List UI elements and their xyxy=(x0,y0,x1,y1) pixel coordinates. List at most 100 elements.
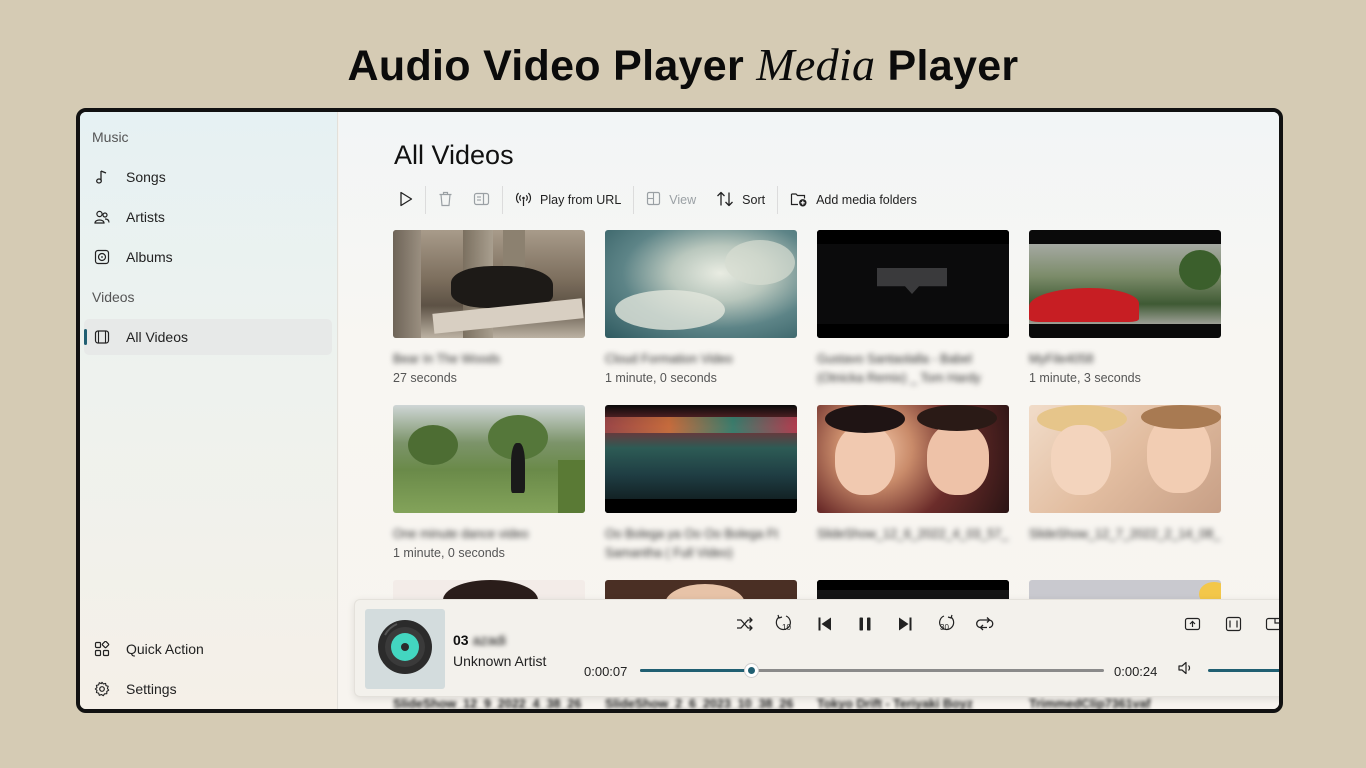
sidebar-item-artists[interactable]: Artists xyxy=(84,199,332,235)
film-icon xyxy=(94,329,110,345)
vinyl-record-icon xyxy=(375,617,435,682)
track-artist: Unknown Artist xyxy=(453,653,547,669)
app-window: Music Songs Artists Albums Videos All Vi xyxy=(76,108,1283,713)
video-tile[interactable]: Bear In The Woods 27 seconds xyxy=(393,230,585,388)
skip-forward-button[interactable]: 30 xyxy=(929,613,961,639)
video-duration: 1 minute, 0 seconds xyxy=(393,546,505,560)
video-title-partial: TrimmedClip7361vaf xyxy=(1029,697,1151,709)
add-media-folders-button[interactable]: Add media folders xyxy=(780,184,927,216)
aspect-ratio-icon xyxy=(1225,616,1242,637)
media-player-bar: 03 azadi Unknown Artist 10 30 0:00:07 0:… xyxy=(354,599,1279,697)
total-time: 0:00:24 xyxy=(1114,664,1158,679)
sidebar: Music Songs Artists Albums Videos All Vi xyxy=(80,112,338,709)
play-from-url-label: Play from URL xyxy=(540,193,622,207)
sidebar-item-label: Quick Action xyxy=(126,641,204,657)
next-button[interactable] xyxy=(889,613,921,639)
banner-part2: Player xyxy=(875,42,1019,90)
mute-button[interactable] xyxy=(1169,657,1201,683)
play-button[interactable] xyxy=(389,184,423,216)
video-tile[interactable]: Oo Bolega ya Oo Oo Bolega Ft Samantha ( … xyxy=(605,405,797,563)
video-tile[interactable]: One minute dance video 1 minute, 0 secon… xyxy=(393,405,585,563)
sidebar-item-label: All Videos xyxy=(126,329,189,345)
volume-slider[interactable] xyxy=(1208,669,1279,672)
video-thumbnail xyxy=(1029,230,1221,338)
shuffle-button[interactable] xyxy=(729,613,761,639)
seek-bar[interactable] xyxy=(640,663,1104,678)
previous-button[interactable] xyxy=(809,613,841,639)
main-content: All Videos Play from URL View Sort Add m… xyxy=(339,112,1279,709)
sort-button[interactable]: Sort xyxy=(706,184,775,216)
seek-thumb[interactable] xyxy=(744,663,760,678)
album-icon xyxy=(94,249,110,265)
track-title: 03 azadi xyxy=(453,632,506,648)
banner-title: Audio Video Player Media Player xyxy=(0,38,1366,91)
properties-button[interactable] xyxy=(463,184,500,216)
repeat-icon xyxy=(976,616,994,637)
sidebar-item-label: Albums xyxy=(126,249,173,265)
video-title-partial: Tokyo Drift - Teriyaki Boyz xyxy=(817,697,973,709)
video-title: Cloud Formation Video xyxy=(605,352,733,366)
pause-icon xyxy=(857,616,873,637)
skip-back-10-icon: 10 xyxy=(775,614,795,639)
video-tile[interactable]: Cloud Formation Video 1 minute, 0 second… xyxy=(605,230,797,388)
trash-icon xyxy=(438,191,453,210)
skip-back-label: 10 xyxy=(782,623,791,632)
toolbar-separator xyxy=(502,186,503,214)
broadcast-icon xyxy=(515,191,540,210)
view-layout-icon xyxy=(646,191,669,209)
gear-icon xyxy=(94,681,110,697)
view-button[interactable]: View xyxy=(636,184,706,216)
video-tile[interactable]: MyFile4058 1 minute, 3 seconds xyxy=(1029,230,1221,388)
sidebar-item-settings[interactable]: Settings xyxy=(84,671,332,707)
video-thumbnail xyxy=(605,230,797,338)
skip-back-button[interactable]: 10 xyxy=(769,613,801,639)
toolbar-separator xyxy=(633,186,635,214)
repeat-button[interactable] xyxy=(969,613,1001,639)
video-tile[interactable]: Gustavo Santaolalla - Babel (Otnicka Rem… xyxy=(817,230,1009,388)
sidebar-item-songs[interactable]: Songs xyxy=(84,159,332,195)
cast-button[interactable] xyxy=(1176,613,1208,639)
video-title-partial: SlideShow_12_9_2022_4_38_26 xyxy=(393,697,582,709)
video-title: Bear In The Woods xyxy=(393,352,501,366)
video-title-partial: SlideShow_2_6_2023_10_38_26 xyxy=(605,697,794,709)
sort-arrows-icon xyxy=(716,191,742,210)
sidebar-item-quick-action[interactable]: Quick Action xyxy=(84,631,332,667)
delete-button[interactable] xyxy=(428,184,463,216)
track-name: azadi xyxy=(472,632,507,648)
video-title: SlideShow_12_7_2022_2_14_08_PM xyxy=(1029,527,1221,541)
next-icon xyxy=(897,616,913,637)
aspect-ratio-button[interactable] xyxy=(1217,613,1249,639)
add-media-folders-label: Add media folders xyxy=(816,193,917,207)
play-icon xyxy=(399,191,413,210)
video-thumbnail xyxy=(393,405,585,513)
play-from-url-button[interactable]: Play from URL xyxy=(505,184,631,216)
video-thumbnail xyxy=(1029,405,1221,513)
video-title: Gustavo Santaolalla - Babel (Otnicka Rem… xyxy=(817,352,981,385)
toolbar-separator xyxy=(777,186,779,214)
video-duration: 27 seconds xyxy=(393,371,457,385)
current-time: 0:00:07 xyxy=(584,664,628,679)
track-number: 03 xyxy=(453,632,469,648)
video-thumbnail xyxy=(605,405,797,513)
mini-player-icon xyxy=(1265,616,1279,637)
video-tile[interactable]: SlideShow_12_6_2022_4_03_57_PM xyxy=(817,405,1009,563)
video-tile[interactable]: SlideShow_12_7_2022_2_14_08_PM xyxy=(1029,405,1221,563)
pause-button[interactable] xyxy=(849,613,881,639)
page-title: All Videos xyxy=(394,140,514,170)
mini-player-button[interactable] xyxy=(1257,613,1279,639)
volume-icon xyxy=(1177,660,1193,681)
grid-icon xyxy=(94,641,110,657)
cast-icon xyxy=(1184,616,1201,637)
video-title: One minute dance video xyxy=(393,527,529,541)
video-thumbnail xyxy=(393,230,585,338)
sidebar-item-all-videos[interactable]: All Videos xyxy=(84,319,332,355)
view-label: View xyxy=(669,193,697,207)
album-art xyxy=(365,609,445,689)
sidebar-item-albums[interactable]: Albums xyxy=(84,239,332,275)
video-thumbnail xyxy=(817,405,1009,513)
music-note-icon xyxy=(94,169,110,185)
toolbar: Play from URL View Sort Add media folder… xyxy=(389,182,927,218)
videos-section-label: Videos xyxy=(92,289,135,305)
toolbar-separator xyxy=(425,186,426,214)
video-duration: 1 minute, 3 seconds xyxy=(1029,371,1141,385)
